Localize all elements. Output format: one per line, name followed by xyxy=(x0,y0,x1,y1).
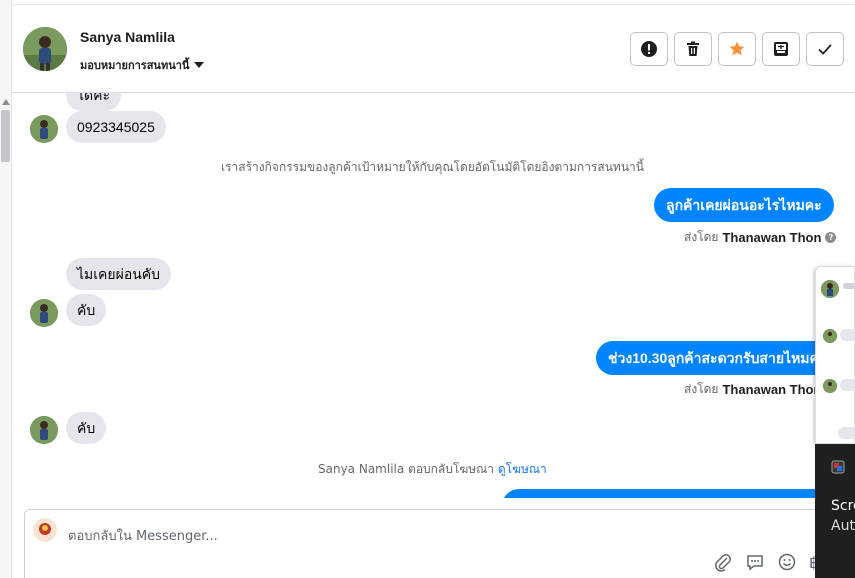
scrollbar-thumb[interactable] xyxy=(1,110,10,162)
alert-icon xyxy=(641,41,657,57)
agent-name[interactable]: Thanawan Thon xyxy=(722,230,821,245)
trash-icon xyxy=(687,41,699,56)
message-bubble-incoming: ไมเคยผ่อนคับ xyxy=(66,258,172,290)
popup-bubble xyxy=(840,379,854,391)
message-bubble-incoming: 0923345025 xyxy=(66,111,166,143)
reply-composer[interactable]: ตอบกลับใน Messenger... ฿ xyxy=(24,509,834,578)
reply-input[interactable]: ตอบกลับใน Messenger... xyxy=(68,525,218,546)
paperclip-icon[interactable] xyxy=(713,552,733,572)
message-bubble-outgoing: ลูกค้าเคยผ่อนอะไรไหมคะ xyxy=(654,188,834,222)
mark-spam-button[interactable] xyxy=(630,32,668,66)
contact-avatar-small xyxy=(30,299,58,327)
popup-avatar-small xyxy=(823,329,837,343)
toast-subtitle: Auto xyxy=(831,518,855,534)
question-icon[interactable]: ? xyxy=(825,232,837,243)
conversation-header: Sanya Namlila มอบหมายการสนทนานี้ xyxy=(12,5,855,93)
mark-done-button[interactable] xyxy=(806,32,844,66)
composer-tools: ฿ xyxy=(713,552,823,572)
message-bubble-incoming: ได้ค่ะ xyxy=(66,93,122,111)
scroll-up-arrow-icon[interactable] xyxy=(2,99,10,105)
delete-button[interactable] xyxy=(674,32,712,66)
move-to-inbox-button[interactable] xyxy=(762,32,800,66)
view-ad-link[interactable]: ดูโฆษณา xyxy=(498,462,547,476)
inbox-icon xyxy=(774,42,788,56)
toast-title: Scre xyxy=(831,498,855,514)
contact-avatar-small xyxy=(30,115,58,143)
contact-avatar[interactable] xyxy=(23,27,67,71)
emoji-icon[interactable] xyxy=(777,552,797,572)
sent-by-prefix: ส่งโดย xyxy=(684,230,719,244)
popup-avatar-small xyxy=(823,379,837,393)
sent-by-prefix: ส่งโดย xyxy=(684,382,719,396)
caret-down-icon xyxy=(194,62,205,68)
ad-reply-text: Sanya Namlila ตอบกลับโฆษณา xyxy=(318,462,495,476)
message-bubble-outgoing: ช่วง10.30ลูกค้าสะดวกรับสายไหมคะ xyxy=(596,341,839,375)
header-actions xyxy=(630,32,844,66)
sent-by-label: ส่งโดย Thanawan Thon ? xyxy=(684,228,837,247)
assign-conversation-dropdown[interactable]: มอบหมายการสนทนานี้ xyxy=(80,56,205,74)
ad-reply-notice: Sanya Namlila ตอบกลับโฆษณา ดูโฆษณา xyxy=(318,460,547,479)
agent-name[interactable]: Thanawan Thon xyxy=(722,382,821,397)
system-message: เราสร้างกิจกรรมของลูกค้าเป้าหมายให้กับคุ… xyxy=(221,160,644,174)
star-icon xyxy=(729,41,745,56)
popup-bubble xyxy=(838,427,854,439)
popup-avatar xyxy=(821,280,839,298)
popup-bubble xyxy=(840,329,854,341)
sent-by-label: ส่งโดย Thanawan Thon xyxy=(684,380,821,399)
message-bubble-incoming: คับ xyxy=(66,294,107,326)
screenshot-app-icon xyxy=(831,460,845,474)
screenshot-notification-toast[interactable]: Scre Auto xyxy=(815,444,855,578)
chat-preview-popup[interactable] xyxy=(815,266,855,444)
messenger-inbox-window: Sanya Namlila มอบหมายการสนทนานี้ ได้ค่ะ … xyxy=(0,0,855,578)
message-bubble-incoming: คับ xyxy=(66,412,107,444)
comment-icon[interactable] xyxy=(745,552,765,572)
left-scrollbar[interactable] xyxy=(0,0,12,578)
popup-header-text xyxy=(843,283,854,289)
message-bubble-outgoing-partial xyxy=(502,489,832,498)
follow-up-star-button[interactable] xyxy=(718,32,756,66)
message-thread[interactable]: ได้ค่ะ 0923345025 เราสร้างกิจกรรมของลูกค… xyxy=(12,93,855,498)
contact-avatar-small xyxy=(30,416,58,444)
contact-name[interactable]: Sanya Namlila xyxy=(80,29,175,45)
page-avatar xyxy=(33,518,57,542)
check-icon xyxy=(818,44,832,55)
assign-label: มอบหมายการสนทนานี้ xyxy=(80,59,190,72)
